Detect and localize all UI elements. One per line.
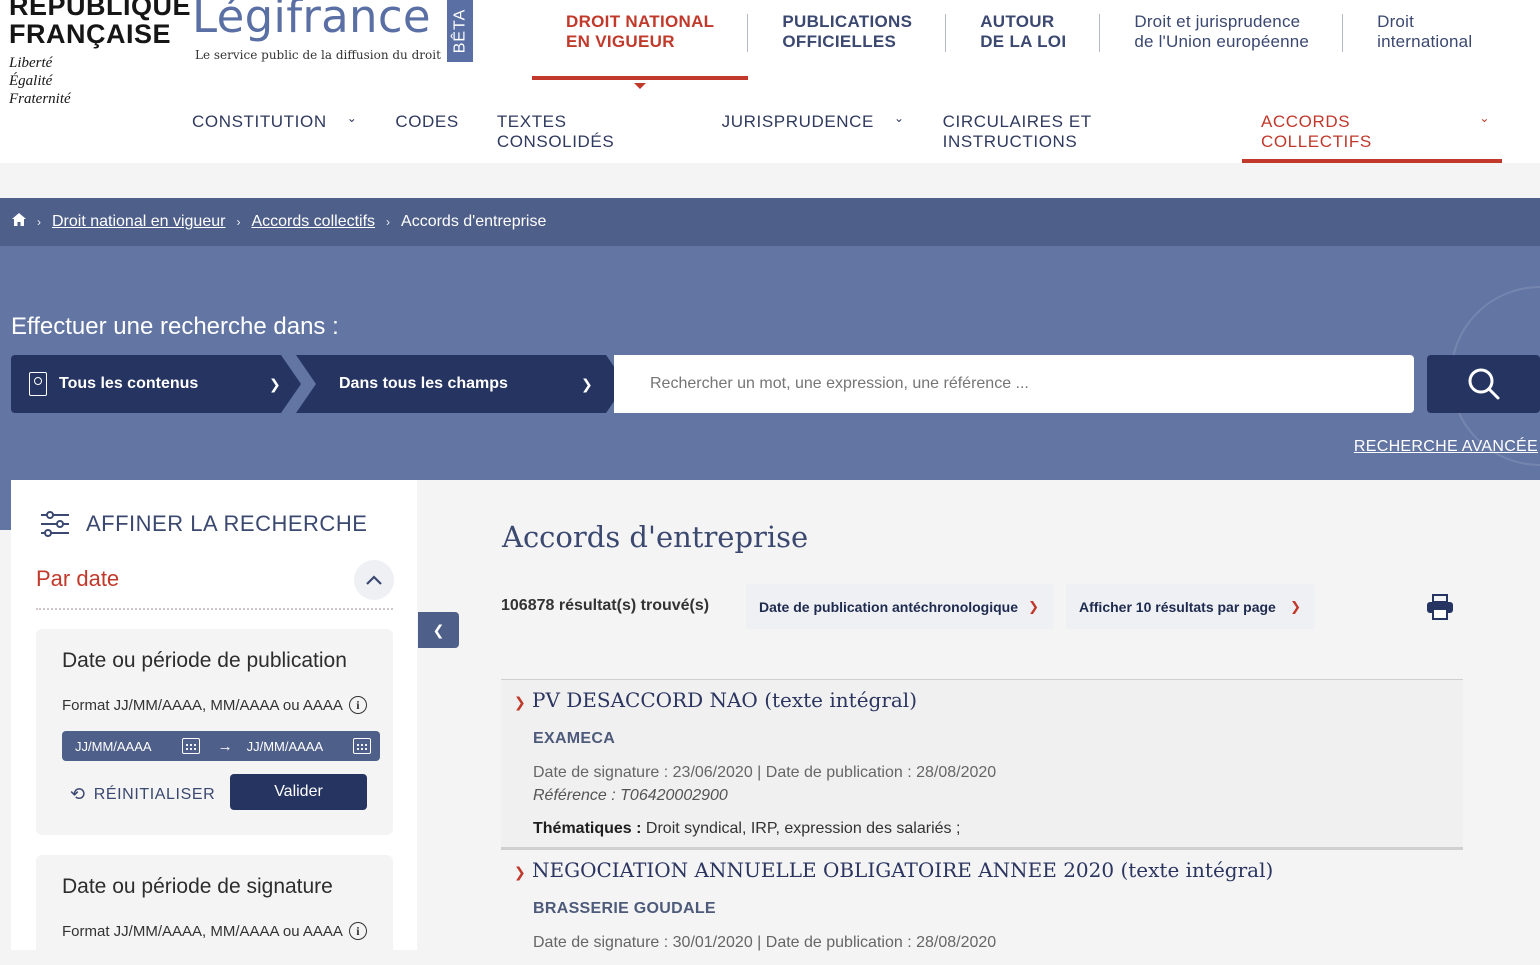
result-count: 106878 résultat(s) trouvé(s)	[501, 597, 710, 614]
chevron-down-icon: ❯	[269, 375, 281, 392]
chevron-down-icon: ❯	[1290, 598, 1301, 614]
publication-date-format: Format JJ/MM/AAAA, MM/AAAA ou AAAA i	[62, 696, 367, 714]
legifrance-logo[interactable]: Légifrance Le service public de la diffu…	[192, 0, 441, 62]
sidebar-band	[0, 480, 11, 530]
result-title[interactable]: NEGOCIATION ANNUELLE OBLIGATOIRE ANNEE 2…	[532, 858, 1273, 882]
beta-badge: BÊTA	[447, 0, 473, 62]
chevron-down-icon: ⌄	[893, 111, 905, 125]
chevron-down-icon: ❯	[1028, 598, 1039, 614]
chevron-left-icon: ❮	[432, 621, 445, 638]
home-icon[interactable]	[12, 213, 26, 231]
subnav-circulaires[interactable]: CIRCULAIRES ET INSTRUCTIONS	[943, 104, 1223, 163]
sub-navigation: CONSTITUTION ⌄ CODES TEXTES CONSOLIDÉS JU…	[192, 104, 1540, 163]
content-scope-value: Tous les contenus	[59, 375, 199, 392]
search-icon	[1468, 368, 1499, 400]
info-icon[interactable]: i	[348, 922, 367, 940]
result-reference: Référence : T06420002900	[533, 787, 728, 804]
top-navigation: DROIT NATIONAL EN VIGUEUR PUBLICATIONS OFF…	[532, 0, 1506, 89]
per-page-select[interactable]: Afficher 10 résultats par page ❯	[1066, 584, 1315, 629]
signature-date-filter: Date ou période de signature Format JJ/M…	[36, 855, 393, 965]
page-title: Accords d'entreprise	[502, 520, 809, 554]
advanced-search-link[interactable]: RECHERCHE AVANCÉE	[1354, 438, 1538, 456]
field-scope-select[interactable]: Dans tous les champs ❯	[296, 355, 626, 413]
breadcrumb-accords-collectifs[interactable]: Accords collectifs	[251, 213, 375, 231]
topnav-droit-union-europeenne[interactable]: Droit et jurisprudence de l'Union europée…	[1100, 0, 1344, 80]
result-company: BRASSERIE GOUDALE	[533, 900, 716, 917]
chevron-up-icon	[366, 575, 382, 585]
results-list: ❯ PV DESACCORD NAO (texte intégral) EXAM…	[501, 679, 1463, 959]
site-name: Légifrance	[192, 0, 431, 43]
refine-sidebar: AFFINER LA RECHERCHE Par date Date ou pé…	[11, 480, 417, 965]
calendar-icon[interactable]	[353, 738, 372, 754]
content-scope-select[interactable]: Tous les contenus ❯	[11, 355, 301, 413]
sort-select[interactable]: Date de publication antéchronologique ❯	[746, 584, 1053, 629]
rf-title-line1: RÉPUBLIQUE	[9, 0, 192, 21]
subnav-codes[interactable]: CODES	[395, 104, 458, 163]
republique-francaise-logo[interactable]: RÉPUBLIQUE FRANÇAISE Liberté Égalité Fra…	[9, 0, 191, 108]
field-scope-value: Dans tous les champs	[339, 375, 508, 392]
validate-button[interactable]: Valider	[230, 774, 367, 810]
subnav-constitution[interactable]: CONSTITUTION ⌄	[192, 104, 357, 163]
search-band: Effectuer une recherche dans : Tous les …	[0, 246, 1540, 480]
topnav-publications-officielles[interactable]: PUBLICATIONS OFFICIELLES	[748, 0, 947, 80]
breadcrumb: › Droit national en vigueur › Accords co…	[0, 198, 1540, 246]
refine-header: AFFINER LA RECHERCHE	[40, 511, 367, 537]
chevron-down-icon: ⌄	[346, 111, 358, 125]
breadcrumb-droit-national[interactable]: Droit national en vigueur	[52, 213, 225, 231]
publication-date-range: JJ/MM/AAAA → JJ/MM/AAAA	[62, 731, 380, 761]
date-from-field[interactable]: JJ/MM/AAAA	[75, 739, 152, 754]
print-icon[interactable]	[1426, 594, 1454, 625]
result-company: EXAMECA	[533, 730, 616, 747]
search-input[interactable]	[614, 355, 1414, 413]
result-dates: Date de signature : 30/01/2020 | Date de…	[533, 934, 997, 951]
info-icon[interactable]: i	[348, 696, 367, 714]
chevron-right-icon: ❯	[514, 694, 526, 710]
signature-date-title: Date ou période de signature	[62, 875, 333, 898]
collapse-sidebar-button[interactable]: ❮	[418, 612, 459, 648]
result-dates: Date de signature : 23/06/2020 | Date de…	[533, 764, 997, 781]
site-header: RÉPUBLIQUE FRANÇAISE Liberté Égalité Fra…	[0, 0, 1540, 163]
motto-liberte: Liberté	[9, 55, 53, 71]
topnav-autour-de-la-loi[interactable]: AUTOUR DE LA LOI	[946, 0, 1101, 80]
subnav-jurisprudence[interactable]: JURISPRUDENCE ⌄	[722, 104, 905, 163]
topnav-droit-national[interactable]: DROIT NATIONAL EN VIGUEUR	[532, 0, 749, 89]
subnav-textes-consolides[interactable]: TEXTES CONSOLIDÉS	[497, 104, 684, 163]
publication-date-title: Date ou période de publication	[62, 649, 347, 672]
motto-fraternite: Fraternité	[9, 91, 71, 107]
signature-date-format: Format JJ/MM/AAAA, MM/AAAA ou AAAA i	[62, 922, 367, 940]
chevron-down-icon: ⌄	[1479, 111, 1490, 125]
filter-sliders-icon	[41, 511, 69, 537]
site-tagline: Le service public de la diffusion du dro…	[195, 48, 441, 62]
section-by-date: Par date	[36, 566, 120, 591]
publication-date-filter: Date ou période de publication Format JJ…	[36, 629, 393, 835]
search-title: Effectuer une recherche dans :	[11, 313, 339, 340]
refine-title: AFFINER LA RECHERCHE	[86, 511, 368, 536]
topnav-droit-international[interactable]: Droit international	[1343, 0, 1506, 80]
collapse-section-button[interactable]	[354, 560, 394, 600]
date-to-field[interactable]: JJ/MM/AAAA	[247, 739, 324, 754]
reset-icon: ⟲	[70, 784, 86, 804]
document-search-icon	[29, 372, 47, 396]
rf-title-line2: FRANÇAISE	[9, 19, 172, 49]
search-button[interactable]	[1427, 355, 1540, 413]
list-item[interactable]: ❯ PV DESACCORD NAO (texte intégral) EXAM…	[501, 679, 1463, 849]
chevron-down-icon: ❯	[581, 375, 593, 392]
result-title[interactable]: PV DESACCORD NAO (texte intégral)	[532, 688, 917, 712]
breadcrumb-current: Accords d'entreprise	[401, 213, 547, 230]
motto-egalite: Égalité	[9, 73, 53, 89]
result-themes: Thématiques : Droit syndical, IRP, expre…	[533, 820, 961, 837]
calendar-icon[interactable]	[181, 738, 200, 754]
divider	[36, 608, 393, 610]
reset-button[interactable]: ⟲ RÉINITIALISER	[70, 784, 215, 805]
subnav-accords-collectifs[interactable]: ACCORDS COLLECTIFS ⌄	[1241, 104, 1502, 163]
chevron-right-icon: ❯	[514, 864, 526, 880]
list-item[interactable]: ❯ NEGOCIATION ANNUELLE OBLIGATOIRE ANNEE…	[501, 849, 1463, 959]
arrow-right-icon: →	[217, 737, 233, 755]
